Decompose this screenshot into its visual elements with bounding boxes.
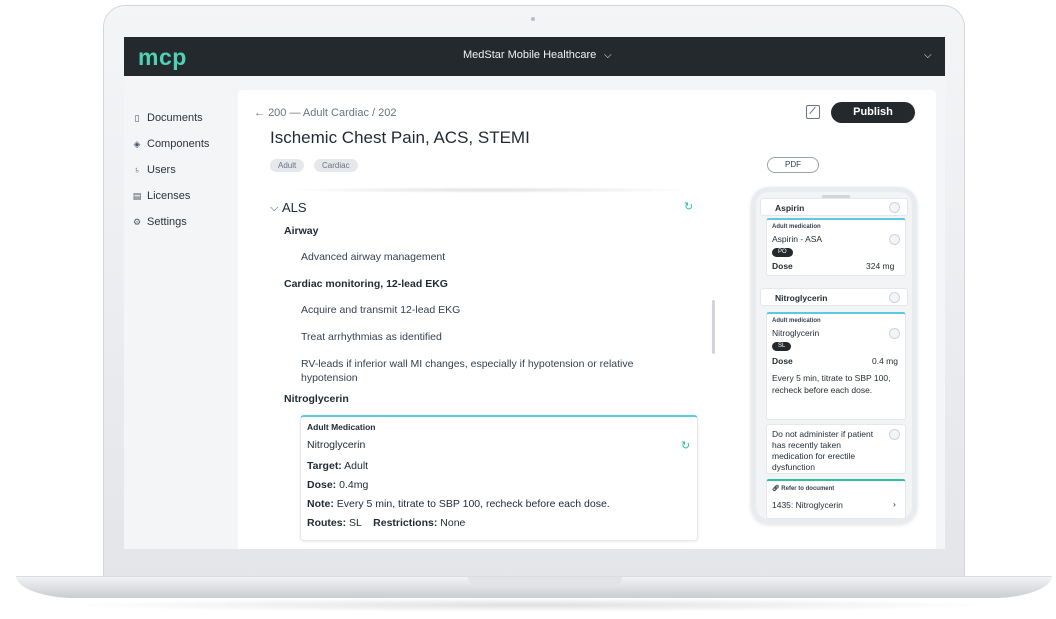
radio-icon[interactable]: [889, 328, 900, 339]
preview-aspirin-header[interactable]: Aspirin: [760, 198, 908, 216]
document-editor: ← 200 — Adult Cardiac / 202 Ischemic Che…: [238, 90, 936, 549]
sidebar-item-label: Components: [147, 138, 210, 150]
tag-cardiac: Cardiac: [314, 159, 358, 172]
sidebar-item-settings[interactable]: ⚙ Settings: [132, 216, 187, 228]
sidebar-item-label: Licenses: [147, 190, 191, 202]
preview-refer-card[interactable]: 🔗︎ Refer to document 1435: Nitroglycerin…: [766, 479, 906, 519]
page-title: Ischemic Chest Pain, ACS, STEMI: [270, 128, 530, 147]
radio-icon[interactable]: [889, 429, 900, 440]
sidebar-item-label: Documents: [147, 112, 203, 124]
sidebar-item-components[interactable]: ◈ Components: [132, 138, 210, 150]
list-item: Treat arrhythmias as identified: [301, 331, 442, 343]
radio-icon[interactable]: [889, 292, 900, 303]
publish-button[interactable]: Publish: [831, 102, 915, 123]
back-arrow-icon[interactable]: ←: [254, 107, 265, 119]
medication-card[interactable]: Adult Medication Nitroglycerin ↻ Target:…: [300, 415, 698, 541]
medication-label: Adult Medication: [307, 422, 376, 432]
scrollbar[interactable]: [712, 300, 715, 354]
radio-icon[interactable]: [889, 234, 900, 245]
medication-note: Note: Every 5 min, titrate to SBP 100, r…: [307, 498, 610, 510]
sidebar-item-licenses[interactable]: ▤ Licenses: [132, 190, 191, 202]
medication-dose: Dose: 0.4mg: [307, 479, 369, 491]
document-icon: ▯: [134, 112, 140, 123]
header-divider: [280, 187, 700, 193]
camera: [531, 17, 535, 21]
collapse-chevron-icon[interactable]: ⌵: [270, 202, 278, 215]
medication-target: Target: Adult: [307, 460, 369, 472]
sidebar-item-label: Settings: [147, 216, 187, 228]
license-icon: ▤: [132, 190, 142, 201]
laptop-base: [16, 576, 1052, 598]
refer-label: 🔗︎ Refer to document: [772, 486, 835, 492]
app-screen: mcp MedStar Mobile Healthcare ⌵ ⌵ ▯ Docu…: [124, 37, 945, 549]
preview-warning-card[interactable]: Do not administer if patient has recentl…: [766, 424, 906, 474]
top-bar: mcp MedStar Mobile Healthcare ⌵ ⌵: [124, 37, 945, 76]
app-logo[interactable]: mcp: [138, 44, 187, 71]
gear-icon: ⚙: [132, 216, 142, 227]
group-heading: Cardiac monitoring, 12-lead EKG: [284, 278, 448, 290]
sidebar-item-documents[interactable]: ▯ Documents: [132, 112, 203, 124]
list-item: Advanced airway management: [301, 251, 446, 263]
user-icon: ♄: [133, 165, 141, 175]
section-title[interactable]: ALS: [282, 200, 307, 215]
list-item: RV-leads if inferior wall MI changes, es…: [301, 358, 634, 384]
chevron-down-icon[interactable]: ⌵: [604, 50, 612, 61]
laptop-notch: [468, 577, 622, 587]
radio-icon[interactable]: [889, 202, 900, 213]
laptop-shadow: [60, 598, 1000, 612]
medication-name: Nitroglycerin: [307, 439, 366, 451]
preview-nitro-header[interactable]: Nitroglycerin: [760, 288, 908, 306]
account-menu-chevron-down-icon[interactable]: ⌵: [924, 50, 932, 61]
sync-icon[interactable]: ↻: [684, 200, 693, 213]
preview-aspirin-card[interactable]: Adult medication Aspirin - ASA PO Dose 3…: [766, 218, 906, 276]
sync-icon[interactable]: ↻: [681, 439, 690, 452]
chevron-right-icon[interactable]: ›: [893, 499, 896, 509]
components-icon: ◈: [133, 138, 141, 149]
medication-routes: Routes: SL Restrictions: None: [307, 517, 466, 529]
sidebar-item-users[interactable]: ♄ Users: [132, 164, 176, 176]
sidebar-item-label: Users: [147, 164, 176, 176]
org-switcher[interactable]: MedStar Mobile Healthcare: [463, 49, 596, 61]
link-icon: 🔗︎: [772, 486, 780, 492]
route-badge: PO: [772, 248, 793, 257]
preview-nitro-card[interactable]: Adult medication Nitroglycerin SL Dose 0…: [766, 312, 906, 420]
breadcrumb[interactable]: ← 200 — Adult Cardiac / 202: [254, 107, 396, 119]
tag-adult: Adult: [270, 159, 305, 172]
mobile-preview: Aspirin Adult medication Aspirin - ASA P…: [751, 187, 917, 524]
sidebar: ▯ Documents ◈ Components ♄ Users ▤ Licen…: [124, 76, 224, 549]
group-heading: Nitroglycerin: [284, 393, 349, 405]
route-badge: SL: [772, 342, 792, 351]
pdf-button[interactable]: PDF: [767, 157, 819, 173]
group-heading: Airway: [284, 225, 319, 237]
edit-icon[interactable]: [806, 105, 820, 119]
list-item: Acquire and transmit 12-lead EKG: [301, 304, 461, 316]
